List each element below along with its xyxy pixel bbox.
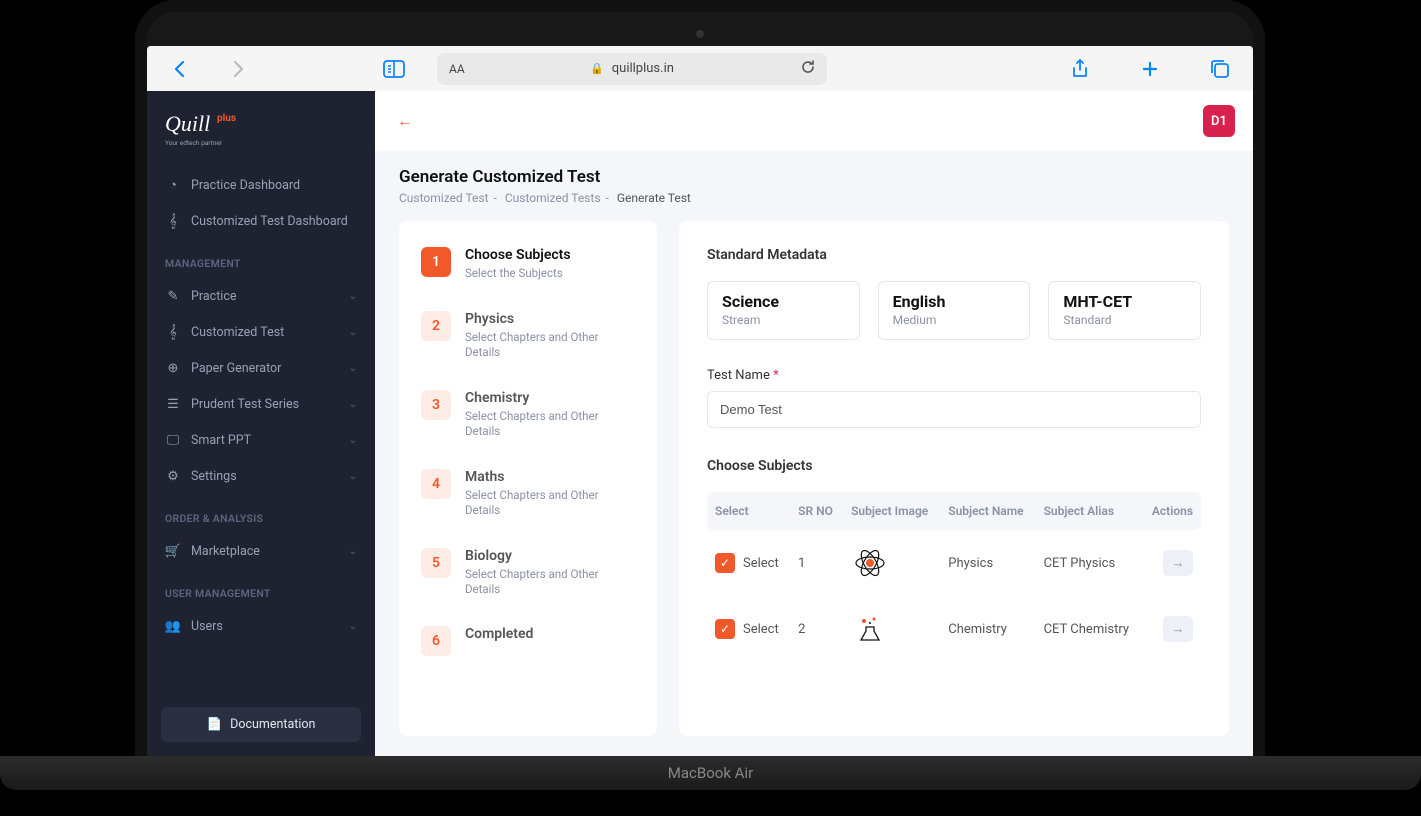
chevron-down-icon: ⌄ [349,399,357,410]
chevron-down-icon: ⌄ [349,546,357,557]
nav-customized-dashboard[interactable]: 𝄞Customized Test Dashboard [147,203,375,239]
test-icon: 𝄞 [165,324,181,340]
list-icon: ☰ [165,396,181,412]
new-tab-icon[interactable] [1135,54,1165,84]
meta-standard: MHT-CETStandard [1048,281,1201,340]
chevron-down-icon: ⌄ [349,363,357,374]
nav-practice[interactable]: ✎Practice⌄ [147,278,375,314]
users-icon: 👥 [165,618,181,634]
chevron-down-icon: ⌄ [349,621,357,632]
browser-toolbar: AA 🔒 quillplus.in [147,46,1253,91]
crumb-3: Generate Test [617,191,691,205]
nav-back-button[interactable] [165,54,195,84]
section-order: ORDER & ANALYSIS [147,494,375,533]
step-3[interactable]: 3ChemistrySelect Chapters and Other Deta… [421,390,635,439]
meta-medium: EnglishMedium [878,281,1031,340]
collapse-sidebar-button[interactable]: ← [393,109,417,133]
table-row: ✓Select 1 Physics CET Physics → [707,530,1201,596]
row-action-button[interactable]: → [1163,616,1193,642]
checkbox[interactable]: ✓ [715,553,735,573]
step-1[interactable]: 1Choose SubjectsSelect the Subjects [421,247,635,281]
col-srno: SR NO [790,492,843,530]
topbar: ← D1 [375,91,1253,151]
svg-text:Quill: Quill [165,111,210,136]
logo: Quill plus Your edtech partner [147,91,375,157]
nav-smart-ppt[interactable]: 🖵Smart PPT⌄ [147,422,375,458]
tabs-icon[interactable] [1205,54,1235,84]
step-5[interactable]: 5BiologySelect Chapters and Other Detail… [421,548,635,597]
address-bar[interactable]: AA 🔒 quillplus.in [437,53,827,85]
col-name: Subject Name [940,492,1035,530]
svg-text:plus: plus [217,113,236,124]
form-card: Standard Metadata ScienceStream EnglishM… [679,221,1229,736]
nav-users[interactable]: 👥Users⌄ [147,608,375,644]
col-alias: Subject Alias [1036,492,1142,530]
cart-icon: 🛒 [165,543,181,559]
url-text: quillplus.in [612,61,674,76]
svg-text:Your edtech partner: Your edtech partner [165,139,223,147]
sidebar-toggle-icon[interactable] [379,54,409,84]
nav-prudent-series[interactable]: ☰Prudent Test Series⌄ [147,386,375,422]
col-select: Select [707,492,790,530]
nav-forward-button [223,54,253,84]
test-name-input[interactable] [707,391,1201,428]
doc-icon: 📄 [207,717,223,732]
checkbox[interactable]: ✓ [715,619,735,639]
step-6[interactable]: 6Completed [421,626,635,656]
chevron-down-icon: ⌄ [349,327,357,338]
step-2[interactable]: 2PhysicsSelect Chapters and Other Detail… [421,311,635,360]
choose-subjects-title: Choose Subjects [707,458,1201,474]
pencil-icon: ✎ [165,288,181,304]
link-icon: 𝄞 [165,213,181,229]
nav-marketplace[interactable]: 🛒Marketplace⌄ [147,533,375,569]
nav-customized-test[interactable]: 𝄞Customized Test⌄ [147,314,375,350]
laptop-label: MacBook Air [0,756,1421,790]
nav-settings[interactable]: ⚙Settings⌄ [147,458,375,494]
chevron-down-icon: ⌄ [349,435,357,446]
table-row: ✓Select 2 Chemistry CET Chemistry → [707,596,1201,662]
metadata-title: Standard Metadata [707,247,1201,263]
gear-icon: ⚙ [165,468,181,484]
chevron-down-icon: ⌄ [349,291,357,302]
chevron-down-icon: ⌄ [349,471,357,482]
file-plus-icon: ⊕ [165,360,181,376]
page-title: Generate Customized Test [399,167,1229,187]
steps-card: 1Choose SubjectsSelect the Subjects 2Phy… [399,221,657,736]
crumb-2[interactable]: Customized Tests [505,191,601,205]
crumb-1[interactable]: Customized Test [399,191,489,205]
breadcrumb: Customized Test- Customized Tests- Gener… [399,191,1229,205]
meta-stream: ScienceStream [707,281,860,340]
col-image: Subject Image [843,492,940,530]
text-size-button[interactable]: AA [449,62,465,76]
step-4[interactable]: 4MathsSelect Chapters and Other Details [421,469,635,518]
monitor-icon: 🖵 [165,432,181,448]
pie-chart-icon: ◔ [165,177,181,193]
test-name-label: Test Name * [707,368,1201,383]
row-action-button[interactable]: → [1163,550,1193,576]
nav-practice-dashboard[interactable]: ◔Practice Dashboard [147,167,375,203]
sidebar: Quill plus Your edtech partner ◔Practice… [147,91,375,760]
reload-icon[interactable] [801,60,815,78]
subjects-table: Select SR NO Subject Image Subject Name … [707,492,1201,662]
documentation-button[interactable]: 📄Documentation [161,707,361,742]
section-management: MANAGEMENT [147,239,375,278]
share-icon[interactable] [1065,54,1095,84]
col-actions: Actions [1141,492,1201,530]
flask-icon [851,610,889,648]
atom-icon [851,544,889,582]
nav-paper-generator[interactable]: ⊕Paper Generator⌄ [147,350,375,386]
lock-icon: 🔒 [590,62,604,75]
section-user: USER MANAGEMENT [147,569,375,608]
user-avatar[interactable]: D1 [1203,105,1235,137]
